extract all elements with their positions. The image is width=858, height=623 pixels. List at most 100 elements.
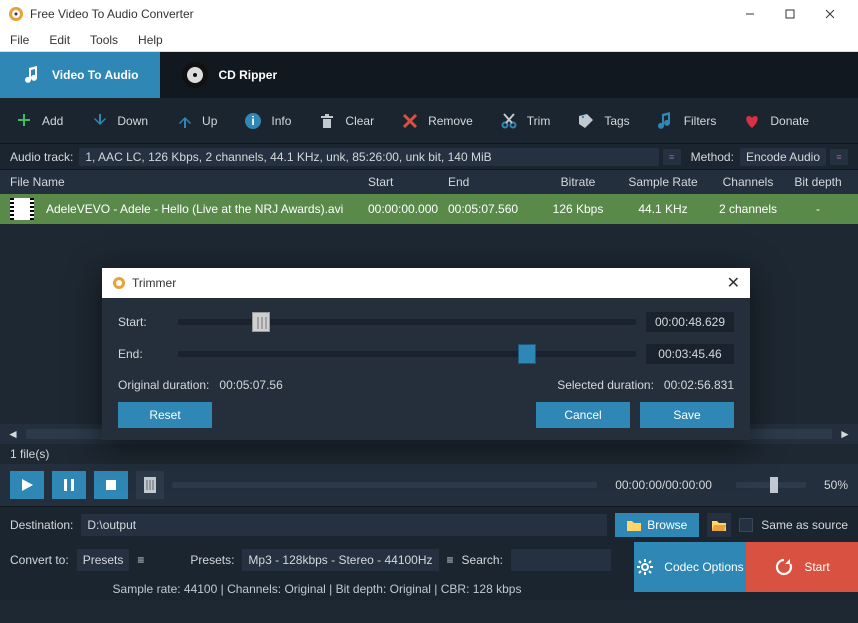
- presets-menu-button[interactable]: ≡: [447, 553, 454, 567]
- col-bitdepth[interactable]: Bit depth: [788, 175, 848, 189]
- zoom-slider[interactable]: [736, 482, 806, 488]
- up-label: Up: [202, 114, 217, 128]
- trimmer-app-icon: [112, 276, 126, 290]
- tab-video-to-audio[interactable]: Video To Audio: [0, 52, 160, 98]
- video-file-icon: [10, 198, 34, 220]
- stop-button[interactable]: [94, 471, 128, 499]
- menu-help[interactable]: Help: [128, 30, 173, 50]
- open-folder-button[interactable]: [707, 513, 731, 537]
- playback-track[interactable]: [172, 482, 597, 488]
- menubar: File Edit Tools Help: [0, 28, 858, 52]
- trimmer-save-button[interactable]: Save: [640, 402, 734, 428]
- remove-label: Remove: [428, 114, 473, 128]
- convert-to-label: Convert to:: [10, 553, 69, 567]
- trimmer-end-label: End:: [118, 347, 168, 361]
- start-button[interactable]: Start: [746, 542, 858, 592]
- method-menu-button[interactable]: ≡: [830, 149, 848, 165]
- audio-track-menu-button[interactable]: ≡: [663, 149, 681, 165]
- trimmer-titlebar: Trimmer ✕: [102, 268, 750, 298]
- search-input[interactable]: [511, 549, 611, 571]
- tags-button[interactable]: Tags: [576, 111, 629, 131]
- convert-to-select[interactable]: Presets: [77, 549, 130, 571]
- tag-icon: [576, 111, 596, 131]
- app-icon: [8, 6, 24, 22]
- menu-file[interactable]: File: [0, 30, 39, 50]
- original-duration-value: 00:05:07.56: [219, 378, 282, 392]
- minimize-button[interactable]: [730, 0, 770, 28]
- zoom-thumb[interactable]: [770, 477, 778, 493]
- playback-time: 00:00:00/00:00:00: [615, 478, 712, 492]
- browse-label: Browse: [647, 518, 687, 532]
- col-end[interactable]: End: [448, 175, 538, 189]
- up-button[interactable]: Up: [174, 111, 217, 131]
- destination-input[interactable]: [81, 514, 607, 536]
- col-channels[interactable]: Channels: [708, 175, 788, 189]
- maximize-button[interactable]: [770, 0, 810, 28]
- file-row[interactable]: AdeleVEVO - Adele - Hello (Live at the N…: [0, 194, 858, 224]
- pause-button[interactable]: [52, 471, 86, 499]
- info-button[interactable]: i Info: [243, 111, 291, 131]
- arrow-down-icon: [89, 111, 109, 131]
- seek-handle[interactable]: [136, 471, 164, 499]
- status-text: Sample rate: 44100 | Channels: Original …: [113, 582, 522, 596]
- menu-edit[interactable]: Edit: [39, 30, 80, 50]
- trimmer-start-time: 00:00:48.629: [646, 312, 734, 332]
- presets-label: Presets:: [190, 553, 234, 567]
- col-filename[interactable]: File Name: [10, 175, 368, 189]
- audio-track-value[interactable]: 1, AAC LC, 126 Kbps, 2 channels, 44.1 KH…: [79, 148, 658, 166]
- file-table-header: File Name Start End Bitrate Sample Rate …: [0, 170, 858, 194]
- destination-row: Destination: Browse Same as source: [0, 506, 858, 542]
- scissors-icon: [499, 111, 519, 131]
- file-count: 1 file(s): [0, 444, 858, 464]
- clear-label: Clear: [345, 114, 374, 128]
- start-label: Start: [804, 560, 829, 574]
- trimmer-start-label: Start:: [118, 315, 168, 329]
- tab-cd-ripper[interactable]: CD Ripper: [160, 52, 299, 98]
- play-button[interactable]: [10, 471, 44, 499]
- trimmer-cancel-button[interactable]: Cancel: [536, 402, 630, 428]
- trimmer-end-time: 00:03:45.46: [646, 344, 734, 364]
- trimmer-start-thumb[interactable]: [252, 312, 270, 332]
- col-samplerate[interactable]: Sample Rate: [618, 175, 708, 189]
- scroll-left-icon[interactable]: ◄: [6, 427, 20, 441]
- file-start: 00:00:00.000: [368, 202, 448, 216]
- down-button[interactable]: Down: [89, 111, 148, 131]
- trimmer-close-button[interactable]: ✕: [727, 273, 740, 293]
- add-button[interactable]: Add: [14, 111, 63, 131]
- browse-button[interactable]: Browse: [615, 513, 699, 537]
- donate-button[interactable]: Donate: [742, 111, 809, 131]
- trimmer-end-thumb[interactable]: [518, 344, 536, 364]
- status-bar: Sample rate: 44100 | Channels: Original …: [0, 578, 634, 600]
- same-as-source-checkbox[interactable]: [739, 518, 753, 532]
- remove-button[interactable]: Remove: [400, 111, 473, 131]
- col-bitrate[interactable]: Bitrate: [538, 175, 618, 189]
- trimmer-cancel-label: Cancel: [564, 408, 601, 422]
- scroll-right-icon[interactable]: ►: [838, 427, 852, 441]
- info-label: Info: [271, 114, 291, 128]
- file-count-label: 1 file(s): [10, 447, 49, 461]
- clear-button[interactable]: Clear: [317, 111, 374, 131]
- filters-label: Filters: [684, 114, 717, 128]
- method-value[interactable]: Encode Audio: [740, 148, 826, 166]
- presets-select[interactable]: Mp3 - 128kbps - Stereo - 44100Hz: [242, 549, 438, 571]
- trash-icon: [317, 111, 337, 131]
- titlebar: Free Video To Audio Converter: [0, 0, 858, 28]
- tab-label: Video To Audio: [52, 68, 138, 82]
- convert-to-menu-button[interactable]: ≡: [137, 553, 144, 567]
- close-button[interactable]: [810, 0, 850, 28]
- trimmer-end-slider[interactable]: [178, 351, 636, 357]
- trimmer-start-slider[interactable]: [178, 319, 636, 325]
- file-end: 00:05:07.560: [448, 202, 538, 216]
- selected-duration-label: Selected duration:: [557, 378, 654, 392]
- method-label: Method:: [691, 150, 734, 164]
- filter-icon: [656, 111, 676, 131]
- trim-button[interactable]: Trim: [499, 111, 551, 131]
- zoom-percent: 50%: [824, 478, 848, 492]
- codec-options-button[interactable]: Codec Options: [634, 542, 746, 592]
- folder-icon: [627, 519, 641, 531]
- svg-text:i: i: [252, 114, 255, 128]
- trimmer-reset-button[interactable]: Reset: [118, 402, 212, 428]
- filters-button[interactable]: Filters: [656, 111, 717, 131]
- col-start[interactable]: Start: [368, 175, 448, 189]
- menu-tools[interactable]: Tools: [80, 30, 128, 50]
